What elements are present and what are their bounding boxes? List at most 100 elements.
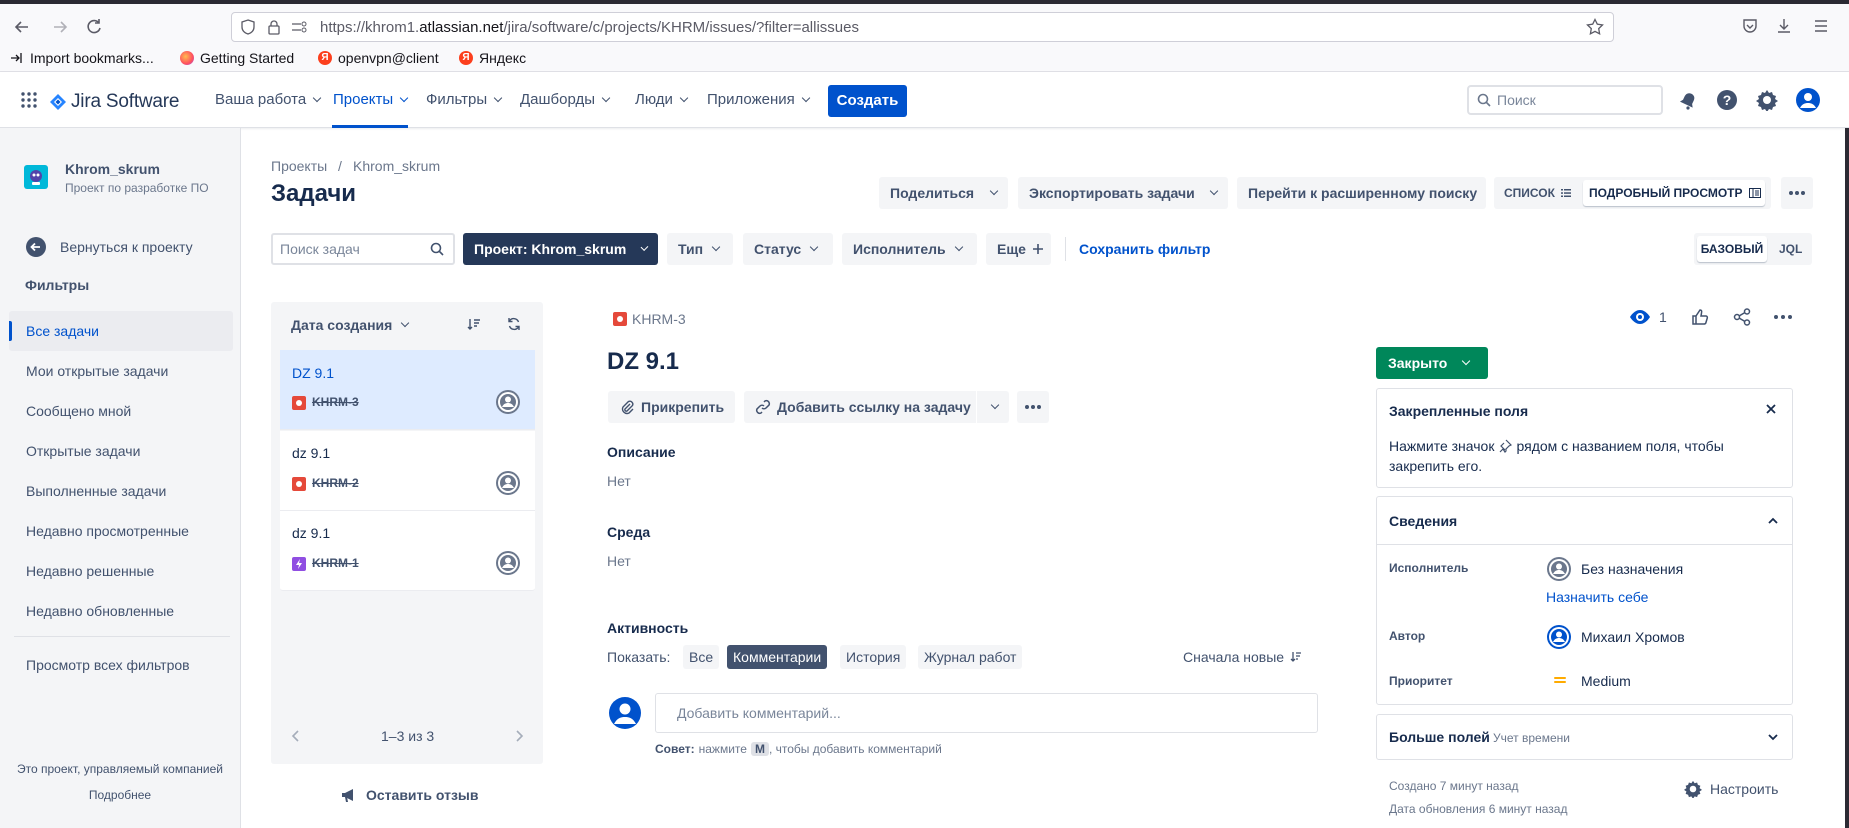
nav-your-work[interactable]: Ваша работа [215,91,322,108]
create-button[interactable]: Создать [828,85,907,117]
nav-projects[interactable]: Проекты [333,91,409,108]
issue-key-link[interactable]: KHRM-3 [632,311,686,327]
list-view-toggle[interactable]: СПИСОК [1504,186,1571,200]
nav-people[interactable]: Люди [635,91,689,108]
refresh-icon[interactable] [507,317,521,331]
sidebar-item-my-open[interactable]: Мои открытые задачи [26,363,168,379]
thumbs-up-icon[interactable] [1691,308,1709,326]
sidebar-item-reported[interactable]: Сообщено мной [26,403,131,419]
unassigned-avatar [496,471,520,495]
project-filter-button[interactable]: Проект: Khrom_skrum [463,233,658,265]
status-filter-button[interactable]: Статус [743,233,833,265]
back-to-project-link[interactable]: Вернуться к проекту [16,226,226,268]
assignee-value[interactable]: Без назначения [1581,561,1683,577]
jira-logo[interactable]: Jira Software [50,91,179,113]
breadcrumb-project[interactable]: Khrom_skrum [353,158,440,174]
sidebar-item-recently-viewed[interactable]: Недавно просмотренные [26,523,189,539]
issue-card[interactable]: dz 9.1 KHRM-2 [280,431,535,511]
close-icon[interactable] [1765,403,1777,415]
bookmark-star-icon[interactable] [1586,18,1604,36]
global-search-input[interactable]: Поиск [1467,85,1663,115]
help-icon[interactable]: ? [1716,89,1738,111]
sort-order-icon[interactable] [467,317,481,331]
sidebar-item-done[interactable]: Выполненные задачи [26,483,166,499]
details-header[interactable]: Сведения [1377,497,1792,545]
view-all-filters-link[interactable]: Просмотр всех фильтров [26,657,190,673]
activity-tab-worklog[interactable]: Журнал работ [918,645,1023,669]
learn-more-link[interactable]: Подробнее [0,788,240,802]
more-actions-button[interactable] [1781,177,1813,209]
export-issues-button[interactable]: Экспортировать задачи [1018,177,1228,209]
sort-dropdown[interactable]: Дата создания [291,317,410,333]
watchers-button[interactable]: 1 [1629,309,1667,325]
back-arrow-icon[interactable] [12,17,32,37]
paperclip-icon [619,399,635,415]
issue-card-selected[interactable]: DZ 9.1 KHRM-3 [280,350,535,430]
bookmark-openvpn[interactable]: Яopenvpn@client [318,50,439,66]
advanced-search-button[interactable]: Перейти к расширенному поиску [1237,177,1486,209]
priority-value[interactable]: Medium [1581,673,1631,689]
forward-arrow-icon[interactable] [50,17,70,37]
activity-tab-history[interactable]: История [840,645,907,669]
nav-apps[interactable]: Приложения [707,91,811,108]
lock-icon[interactable] [266,19,282,35]
notifications-icon[interactable] [1678,91,1698,111]
activity-tab-all[interactable]: Все [683,645,720,669]
bookmark-import[interactable]: Import bookmarks... [10,50,154,66]
sidebar-item-all-issues[interactable]: Все задачи [9,311,233,351]
more-dots-icon[interactable] [1774,315,1792,319]
detail-view-toggle[interactable]: ПОДРОБНЫЙ ПРОСМОТР [1583,180,1765,206]
share-button[interactable]: Поделиться [879,177,1008,209]
save-filter-link[interactable]: Сохранить фильтр [1079,241,1210,257]
jql-toggle[interactable]: JQL [1779,242,1802,256]
comment-input[interactable]: Добавить комментарий... [655,693,1318,733]
sidebar-item-open[interactable]: Открытые задачи [26,443,140,459]
basic-toggle[interactable]: БАЗОВЫЙ [1697,236,1767,262]
reload-icon[interactable] [84,17,104,37]
assignee-filter-button[interactable]: Исполнитель [842,233,977,265]
share-icon[interactable] [1733,308,1751,326]
next-page-icon[interactable] [514,730,524,742]
details-panel: Сведения Исполнитель Без назначения Назн… [1376,496,1793,705]
issue-card[interactable]: dz 9.1 KHRM-1 [280,511,535,591]
menu-icon[interactable] [1812,17,1832,37]
prev-page-icon[interactable] [291,730,301,742]
sort-newest-button[interactable]: Сначала новые [1183,649,1302,665]
firefox-icon [180,51,194,65]
profile-avatar[interactable] [1796,88,1820,112]
permissions-icon[interactable] [290,19,308,35]
reporter-value[interactable]: Михаил Хромов [1581,629,1685,645]
app-switcher-icon[interactable] [20,91,38,109]
description-value[interactable]: Нет [607,473,631,489]
settings-gear-icon[interactable] [1756,89,1778,111]
pocket-icon[interactable] [1741,17,1761,37]
add-issue-link-button[interactable]: Добавить ссылку на задачу [744,391,976,423]
downloads-icon[interactable] [1775,17,1795,37]
issue-search-input[interactable]: Поиск задач [271,233,455,265]
bookmark-yandex[interactable]: Я Яндекс [459,50,526,66]
sidebar-item-recently-updated[interactable]: Недавно обновленные [26,603,174,619]
more-filters-button[interactable]: Еще [986,233,1051,265]
environment-value[interactable]: Нет [607,553,631,569]
current-user-avatar [609,697,641,729]
activity-tab-comments[interactable]: Комментарии [727,645,828,669]
yandex-icon: Я [318,51,332,65]
assign-to-me-link[interactable]: Назначить себе [1546,589,1648,605]
bookmark-getting-started[interactable]: Getting Started [180,50,294,66]
breadcrumb-projects[interactable]: Проекты [271,158,327,174]
feedback-button[interactable]: Оставить отзыв [340,786,478,804]
more-fields-panel[interactable]: Больше полей Учет времени [1376,714,1793,760]
sidebar-item-recently-resolved[interactable]: Недавно решенные [26,563,154,579]
link-options-button[interactable] [977,391,1009,423]
nav-filters[interactable]: Фильтры [426,91,503,108]
shield-icon[interactable] [240,19,256,35]
issue-title[interactable]: DZ 9.1 [607,348,679,376]
url-bar[interactable]: https://khrom1.atlassian.net/jira/softwa… [231,12,1614,42]
nav-dashboards[interactable]: Дашборды [520,91,611,108]
configure-button[interactable]: Настроить [1684,780,1778,798]
issue-more-button[interactable] [1017,391,1049,423]
attach-button[interactable]: Прикрепить [608,391,735,423]
megaphone-icon [340,786,358,804]
type-filter-button[interactable]: Тип [667,233,733,265]
status-dropdown[interactable]: Закрыто [1376,347,1488,379]
